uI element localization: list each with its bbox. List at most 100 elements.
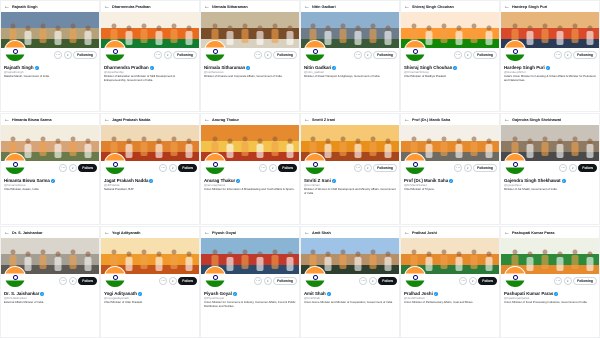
follow-button[interactable]: Following	[473, 164, 497, 172]
avatar[interactable]	[4, 40, 26, 62]
back-arrow-icon[interactable]: ←	[404, 117, 410, 123]
profile-card[interactable]: ← Shivraj Singh Chouhan ⋯ ♪ Following Shivraj…	[400, 0, 500, 112]
back-arrow-icon[interactable]: ←	[104, 230, 110, 236]
bell-icon[interactable]: ♪	[68, 277, 77, 285]
more-icon[interactable]: ⋯	[259, 164, 268, 172]
avatar[interactable]	[504, 40, 526, 62]
profile-card[interactable]: ← Smriti Z Irani ⋯ ♪ Following Smriti Z Irani…	[300, 113, 400, 225]
avatar[interactable]	[104, 266, 126, 288]
more-icon[interactable]: ⋯	[59, 277, 68, 285]
avatar[interactable]	[4, 153, 26, 175]
more-icon[interactable]: ⋯	[454, 51, 463, 59]
follow-button[interactable]: Follow	[278, 164, 297, 172]
profile-card[interactable]: ← Yogi Adityanath ⋯ ♪ Follow Yogi Adityanath ✓…	[100, 226, 200, 338]
bell-icon[interactable]: ♪	[268, 164, 277, 172]
profile-card[interactable]: ← Dharmendra Pradhan ⋯ ♪ Following Dharmendra…	[100, 0, 200, 112]
more-icon[interactable]: ⋯	[159, 164, 168, 172]
bell-icon[interactable]: ♪	[68, 164, 77, 172]
follow-button[interactable]: Follow	[378, 277, 397, 285]
follow-button[interactable]: Following	[573, 277, 597, 285]
bell-icon[interactable]: ♪	[563, 51, 572, 59]
profile-card[interactable]: ← Rajnath Singh ⋯ ♪ Following Rajnath Singh ✓ @…	[0, 0, 100, 112]
profile-card[interactable]: ← Pashupati Kumar Paras ⋯ ♪ Following Pashupa…	[500, 226, 600, 338]
bell-icon[interactable]: ♪	[168, 277, 177, 285]
avatar[interactable]	[304, 40, 326, 62]
follow-button[interactable]: Follow	[178, 164, 197, 172]
back-arrow-icon[interactable]: ←	[504, 230, 510, 236]
more-icon[interactable]: ⋯	[159, 277, 168, 285]
bell-icon[interactable]: ♪	[63, 51, 72, 59]
avatar[interactable]	[304, 153, 326, 175]
profile-card[interactable]: ← Nitin Gadkari ⋯ ♪ Following Nitin Gadkari ✓ @…	[300, 0, 400, 112]
back-arrow-icon[interactable]: ←	[404, 4, 410, 10]
more-icon[interactable]: ⋯	[554, 51, 563, 59]
back-arrow-icon[interactable]: ←	[204, 230, 210, 236]
back-arrow-icon[interactable]: ←	[4, 230, 10, 236]
bell-icon[interactable]: ♪	[263, 277, 272, 285]
bell-icon[interactable]: ♪	[368, 277, 377, 285]
more-icon[interactable]: ⋯	[454, 164, 463, 172]
more-icon[interactable]: ⋯	[459, 277, 468, 285]
bell-icon[interactable]: ♪	[568, 164, 577, 172]
profile-card[interactable]: ← Hardeep Singh Puri ⋯ ♪ Following Hardeep Si…	[500, 0, 600, 112]
bell-icon[interactable]: ♪	[463, 51, 472, 59]
more-icon[interactable]: ⋯	[354, 51, 363, 59]
back-arrow-icon[interactable]: ←	[304, 4, 310, 10]
bell-icon[interactable]: ♪	[168, 164, 177, 172]
avatar[interactable]	[404, 266, 426, 288]
avatar[interactable]	[504, 153, 526, 175]
bell-icon[interactable]: ♪	[363, 51, 372, 59]
follow-button[interactable]: Following	[373, 164, 397, 172]
more-icon[interactable]: ⋯	[559, 164, 568, 172]
follow-button[interactable]: Following	[473, 51, 497, 59]
bell-icon[interactable]: ♪	[468, 277, 477, 285]
profile-card[interactable]: ← Nirmala Sitharaman ⋯ ♪ Following Nirmala Si…	[200, 0, 300, 112]
back-arrow-icon[interactable]: ←	[204, 117, 210, 123]
avatar[interactable]	[404, 153, 426, 175]
avatar[interactable]	[204, 153, 226, 175]
profile-card[interactable]: ← Pralhad Joshi ⋯ ♪ Follow Pralhad Joshi ✓ @Jos…	[400, 226, 500, 338]
bell-icon[interactable]: ♪	[463, 164, 472, 172]
bell-icon[interactable]: ♪	[363, 164, 372, 172]
more-icon[interactable]: ⋯	[254, 277, 263, 285]
back-arrow-icon[interactable]: ←	[204, 4, 210, 10]
back-arrow-icon[interactable]: ←	[4, 4, 10, 10]
avatar[interactable]	[104, 40, 126, 62]
back-arrow-icon[interactable]: ←	[304, 230, 310, 236]
back-arrow-icon[interactable]: ←	[304, 117, 310, 123]
avatar[interactable]	[104, 153, 126, 175]
avatar[interactable]	[404, 40, 426, 62]
avatar[interactable]	[4, 266, 26, 288]
avatar[interactable]	[304, 266, 326, 288]
bell-icon[interactable]: ♪	[563, 277, 572, 285]
profile-card[interactable]: ← Himanta Biswa Sarma ⋯ ♪ Follow Himanta Bisw…	[0, 113, 100, 225]
more-icon[interactable]: ⋯	[154, 51, 163, 59]
profile-card[interactable]: ← Anurag Thakur ⋯ ♪ Follow Anurag Thakur ✓ @ian…	[200, 113, 300, 225]
follow-button[interactable]: Follow	[78, 277, 97, 285]
follow-button[interactable]: Follow	[578, 164, 597, 172]
follow-button[interactable]: Following	[273, 51, 297, 59]
follow-button[interactable]: Follow	[78, 164, 97, 172]
profile-card[interactable]: ← Piyush Goyal ⋯ ♪ Following Piyush Goyal ✓ @Pi…	[200, 226, 300, 338]
back-arrow-icon[interactable]: ←	[104, 117, 110, 123]
bell-icon[interactable]: ♪	[163, 51, 172, 59]
follow-button[interactable]: Follow	[178, 277, 197, 285]
follow-button[interactable]: Following	[173, 51, 197, 59]
profile-card[interactable]: ← Gajendra Singh Shekhawat ⋯ ♪ Follow Gajendr…	[500, 113, 600, 225]
more-icon[interactable]: ⋯	[254, 51, 263, 59]
follow-button[interactable]: Following	[573, 51, 597, 59]
profile-card[interactable]: ← Amit Shah ⋯ ♪ Follow Amit Shah ✓ @AmitShah Uni…	[300, 226, 400, 338]
avatar[interactable]	[504, 266, 526, 288]
back-arrow-icon[interactable]: ←	[504, 117, 510, 123]
back-arrow-icon[interactable]: ←	[504, 4, 510, 10]
follow-button[interactable]: Follow	[478, 277, 497, 285]
bell-icon[interactable]: ♪	[263, 51, 272, 59]
more-icon[interactable]: ⋯	[54, 51, 63, 59]
profile-card[interactable]: ← Dr. S. Jaishankar ⋯ ♪ Follow Dr. S. Jaishan…	[0, 226, 100, 338]
more-icon[interactable]: ⋯	[354, 164, 363, 172]
back-arrow-icon[interactable]: ←	[404, 230, 410, 236]
back-arrow-icon[interactable]: ←	[4, 117, 10, 123]
avatar[interactable]	[204, 40, 226, 62]
more-icon[interactable]: ⋯	[554, 277, 563, 285]
avatar[interactable]	[204, 266, 226, 288]
